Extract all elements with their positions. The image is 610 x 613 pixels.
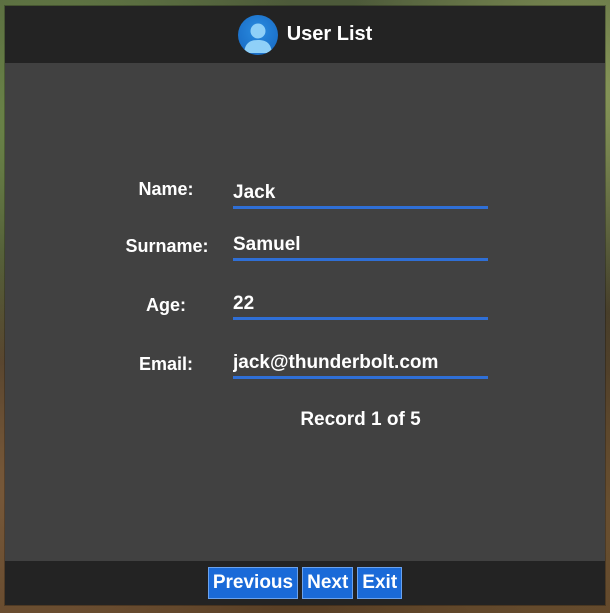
user-form: Name: Surname: Age: Email: Record 1 of 5	[5, 63, 605, 561]
record-counter: Record 1 of 5	[300, 409, 421, 430]
exit-button[interactable]: Exit	[357, 567, 403, 599]
next-button[interactable]: Next	[302, 567, 354, 599]
user-icon	[237, 14, 278, 55]
age-field[interactable]	[233, 291, 488, 320]
user-list-window: User List Name: Surname: Age: Email: Rec…	[5, 6, 605, 605]
surname-field[interactable]	[233, 232, 488, 261]
previous-button[interactable]: Previous	[207, 567, 299, 599]
window-title: User List	[286, 23, 373, 45]
name-label: Name:	[138, 179, 194, 199]
age-label: Age:	[146, 295, 186, 315]
surname-label: Surname:	[125, 236, 209, 256]
name-field[interactable]	[233, 180, 488, 209]
email-field[interactable]	[233, 350, 488, 379]
title-bar: User List	[5, 6, 605, 63]
email-label: Email:	[138, 354, 194, 374]
navigation-bar: Previous Next Exit	[5, 561, 605, 605]
